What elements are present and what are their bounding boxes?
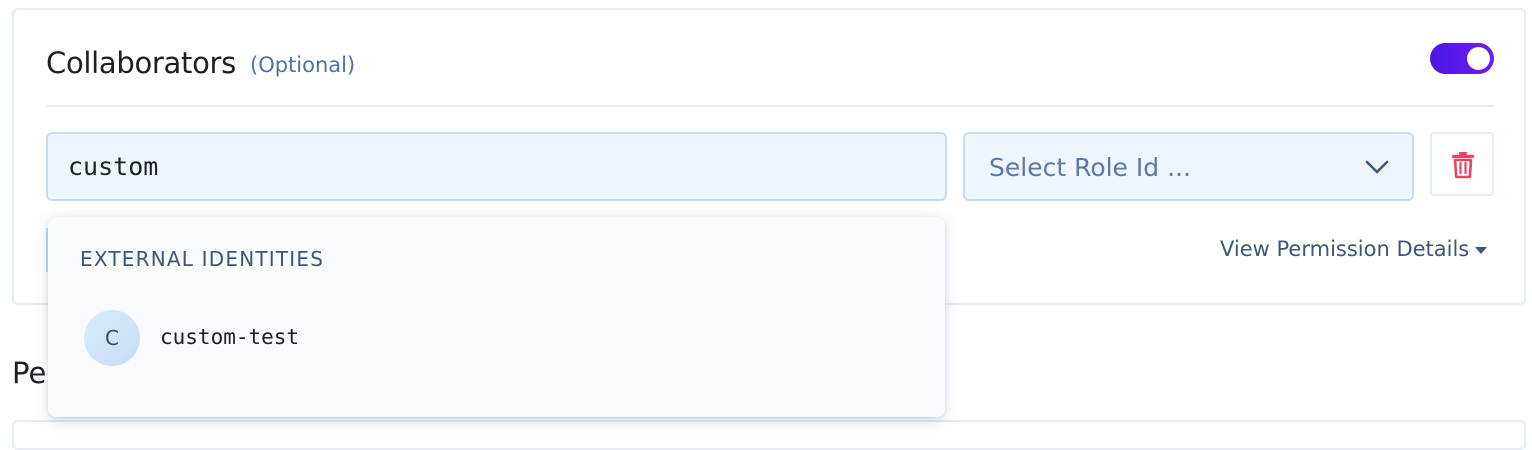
collaborator-search-input[interactable] bbox=[46, 132, 947, 201]
caret-down-icon bbox=[1475, 246, 1488, 254]
collaborators-toggle[interactable] bbox=[1430, 43, 1494, 74]
dropdown-group-label: EXTERNAL IDENTITIES bbox=[80, 247, 325, 271]
delete-collaborator-button[interactable] bbox=[1430, 132, 1494, 196]
next-section-title: Pe bbox=[12, 356, 47, 390]
section-divider bbox=[46, 105, 1494, 107]
view-permission-details-link[interactable]: View Permission Details bbox=[1220, 237, 1488, 261]
role-select-placeholder: Select Role Id ... bbox=[989, 153, 1191, 182]
next-section-card bbox=[12, 420, 1526, 450]
section-title: Collaborators bbox=[46, 46, 236, 80]
dropdown-option-label: custom-test bbox=[160, 325, 300, 349]
chevron-down-icon bbox=[1365, 160, 1389, 174]
role-id-select[interactable]: Select Role Id ... bbox=[963, 132, 1414, 201]
trash-icon bbox=[1452, 152, 1474, 179]
view-permission-details-label: View Permission Details bbox=[1220, 237, 1470, 261]
optional-label: (Optional) bbox=[250, 53, 356, 77]
toggle-knob bbox=[1467, 47, 1490, 70]
avatar: C bbox=[84, 310, 140, 366]
dropdown-option-custom-test[interactable]: C custom-test bbox=[48, 305, 945, 371]
identity-suggestions-dropdown: EXTERNAL IDENTITIES C custom-test bbox=[48, 217, 945, 417]
